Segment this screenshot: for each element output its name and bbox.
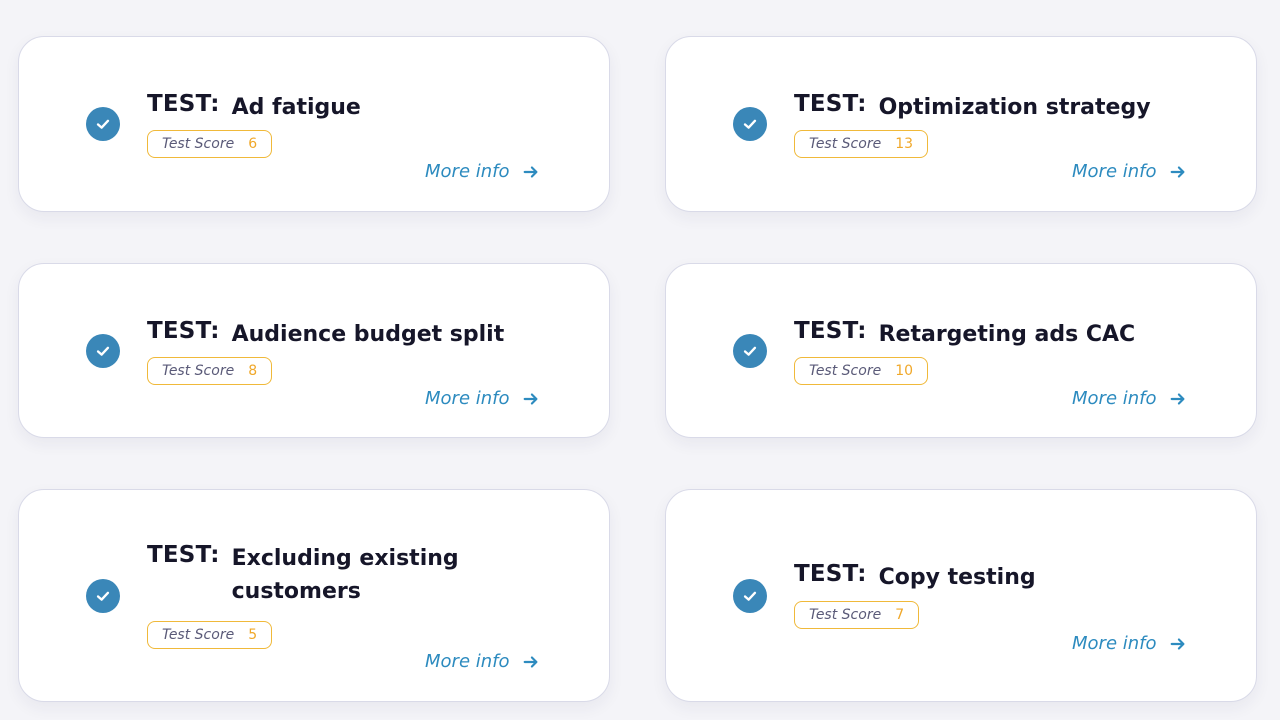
- test-prefix: TEST:: [794, 318, 867, 344]
- arrow-right-icon: [523, 655, 537, 668]
- test-name: Retargeting ads CAC: [878, 322, 1136, 347]
- more-info-label: More info: [425, 161, 510, 182]
- arrow-right-icon: [1170, 165, 1184, 178]
- more-info-label: More info: [1072, 388, 1157, 409]
- test-card: TEST: Ad fatigue Test Score 6 More info: [18, 36, 610, 212]
- test-prefix: TEST:: [147, 91, 220, 117]
- test-prefix: TEST:: [794, 91, 867, 117]
- check-circle-icon: [733, 107, 767, 141]
- more-info-link[interactable]: More info: [1072, 161, 1187, 182]
- test-score-value: 7: [895, 607, 905, 623]
- test-name: Audience budget split: [231, 322, 505, 347]
- check-circle-icon: [733, 334, 767, 368]
- arrow-right-icon: [523, 392, 537, 405]
- test-card: TEST: Optimization strategy Test Score 1…: [665, 36, 1257, 212]
- test-score-badge: Test Score 13: [794, 130, 929, 158]
- more-info-label: More info: [425, 388, 510, 409]
- test-score-value: 8: [248, 363, 258, 379]
- test-score-value: 5: [248, 627, 258, 643]
- test-card: TEST: Copy testing Test Score 7 More inf…: [665, 489, 1257, 702]
- test-score-label: Test Score: [162, 627, 235, 643]
- more-info-link[interactable]: More info: [1072, 633, 1187, 654]
- test-title: TEST: Optimization strategy: [794, 91, 1151, 124]
- test-title: TEST: Copy testing: [794, 561, 1036, 594]
- test-score-value: 10: [895, 363, 914, 379]
- test-title: TEST: Excluding existing customers: [147, 542, 492, 608]
- arrow-right-icon: [1170, 392, 1184, 405]
- more-info-link[interactable]: More info: [425, 651, 540, 672]
- test-card: TEST: Excluding existing customers Test …: [18, 489, 610, 702]
- test-name: Excluding existing customers: [231, 546, 459, 604]
- test-card: TEST: Audience budget split Test Score 8…: [18, 263, 610, 438]
- test-score-label: Test Score: [809, 136, 882, 152]
- more-info-link[interactable]: More info: [425, 388, 540, 409]
- test-name: Copy testing: [878, 565, 1036, 590]
- check-circle-icon: [86, 579, 120, 613]
- test-name: Ad fatigue: [231, 95, 361, 120]
- test-prefix: TEST:: [794, 561, 867, 587]
- test-name: Optimization strategy: [878, 95, 1151, 120]
- test-score-badge: Test Score 8: [147, 357, 273, 385]
- more-info-link[interactable]: More info: [425, 161, 540, 182]
- test-prefix: TEST:: [147, 318, 220, 344]
- more-info-label: More info: [425, 651, 510, 672]
- test-score-value: 6: [248, 136, 258, 152]
- check-circle-icon: [86, 334, 120, 368]
- more-info-link[interactable]: More info: [1072, 388, 1187, 409]
- test-score-badge: Test Score 5: [147, 621, 273, 649]
- test-score-badge: Test Score 6: [147, 130, 273, 158]
- arrow-right-icon: [1170, 637, 1184, 650]
- more-info-label: More info: [1072, 633, 1157, 654]
- test-score-label: Test Score: [809, 607, 882, 623]
- test-score-badge: Test Score 7: [794, 601, 920, 629]
- test-score-label: Test Score: [162, 363, 235, 379]
- test-title: TEST: Audience budget split: [147, 318, 504, 351]
- test-card: TEST: Retargeting ads CAC Test Score 10 …: [665, 263, 1257, 438]
- test-score-badge: Test Score 10: [794, 357, 929, 385]
- test-score-value: 13: [895, 136, 914, 152]
- arrow-right-icon: [523, 165, 537, 178]
- test-title: TEST: Ad fatigue: [147, 91, 361, 124]
- test-score-label: Test Score: [162, 136, 235, 152]
- more-info-label: More info: [1072, 161, 1157, 182]
- test-prefix: TEST:: [147, 542, 220, 568]
- test-score-label: Test Score: [809, 363, 882, 379]
- check-circle-icon: [86, 107, 120, 141]
- test-title: TEST: Retargeting ads CAC: [794, 318, 1135, 351]
- check-circle-icon: [733, 579, 767, 613]
